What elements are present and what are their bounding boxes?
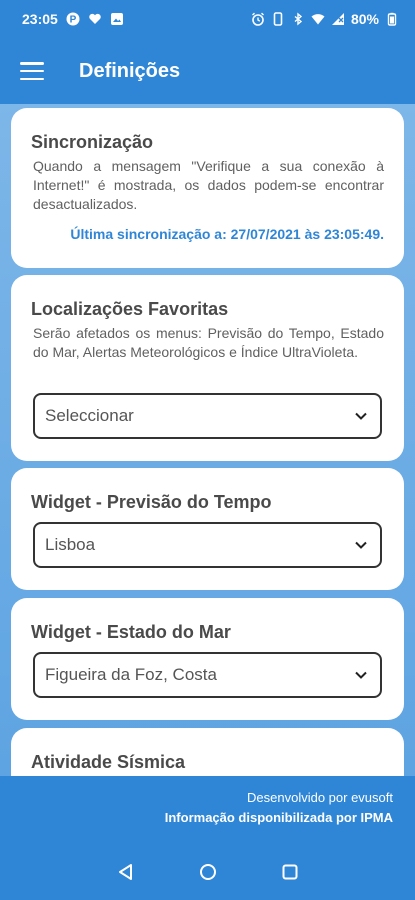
parking-icon: P [66, 12, 80, 26]
seismic-title: Atividade Sísmica [31, 752, 186, 772]
widget-weather-select[interactable]: Lisboa [33, 522, 382, 568]
favorites-select[interactable]: Seleccionar [33, 393, 382, 439]
status-bar: 23:05 P 80% [0, 0, 415, 38]
footer: Desenvolvido por evusoft Informação disp… [0, 776, 415, 844]
favorites-description: Serão afetados os menus: Previsão do Tem… [33, 325, 384, 360]
settings-content[interactable]: Sincronização Quando a mensagem "Verifiq… [0, 104, 415, 776]
sync-title: Sincronização [31, 132, 154, 152]
favorites-card: Localizações Favoritas Serão afetados os… [11, 275, 404, 461]
svg-text:P: P [69, 15, 76, 26]
system-nav-bar [0, 844, 415, 900]
home-icon[interactable] [198, 862, 218, 882]
wifi-icon [311, 12, 325, 26]
signal-icon [331, 12, 345, 26]
favorites-select-value: Seleccionar [45, 406, 134, 425]
sync-card: Sincronização Quando a mensagem "Verifiq… [11, 108, 404, 268]
bluetooth-icon [291, 12, 305, 26]
battery-icon [385, 12, 399, 26]
widget-weather-title: Widget - Previsão do Tempo [31, 492, 272, 512]
widget-sea-card: Widget - Estado do Mar Figueira da Foz, … [11, 598, 404, 720]
widget-weather-card: Widget - Previsão do Tempo Lisboa [11, 468, 404, 590]
status-time: 23:05 [22, 11, 58, 27]
data-source-credit: Informação disponibilizada por IPMA [164, 810, 393, 825]
phone-icon [271, 12, 285, 26]
chevron-down-icon [354, 668, 368, 682]
status-left: 23:05 P [22, 11, 124, 27]
back-icon[interactable] [116, 862, 136, 882]
heart-icon [88, 12, 102, 26]
chevron-down-icon [354, 538, 368, 552]
developer-credit: Desenvolvido por evusoft [247, 790, 393, 805]
widget-sea-title: Widget - Estado do Mar [31, 622, 231, 642]
seismic-card: Atividade Sísmica [11, 728, 404, 776]
app-bar: Definições [0, 38, 415, 104]
recents-icon[interactable] [280, 862, 300, 882]
sync-description: Quando a mensagem "Verifique a sua conex… [33, 158, 384, 212]
widget-sea-select-value: Figueira da Foz, Costa [45, 665, 217, 684]
widget-sea-select[interactable]: Figueira da Foz, Costa [33, 652, 382, 698]
battery-percent: 80% [350, 11, 379, 27]
alarm-icon [251, 12, 265, 26]
hamburger-menu-icon[interactable] [20, 62, 44, 80]
favorites-title: Localizações Favoritas [31, 299, 229, 319]
status-right: 80% [251, 11, 399, 27]
last-sync-label: Última sincronização a: 27/07/2021 às 23… [70, 226, 384, 242]
chevron-down-icon [354, 409, 368, 423]
image-icon [110, 12, 124, 26]
widget-weather-select-value: Lisboa [45, 535, 96, 554]
page-title: Definições [79, 59, 181, 82]
